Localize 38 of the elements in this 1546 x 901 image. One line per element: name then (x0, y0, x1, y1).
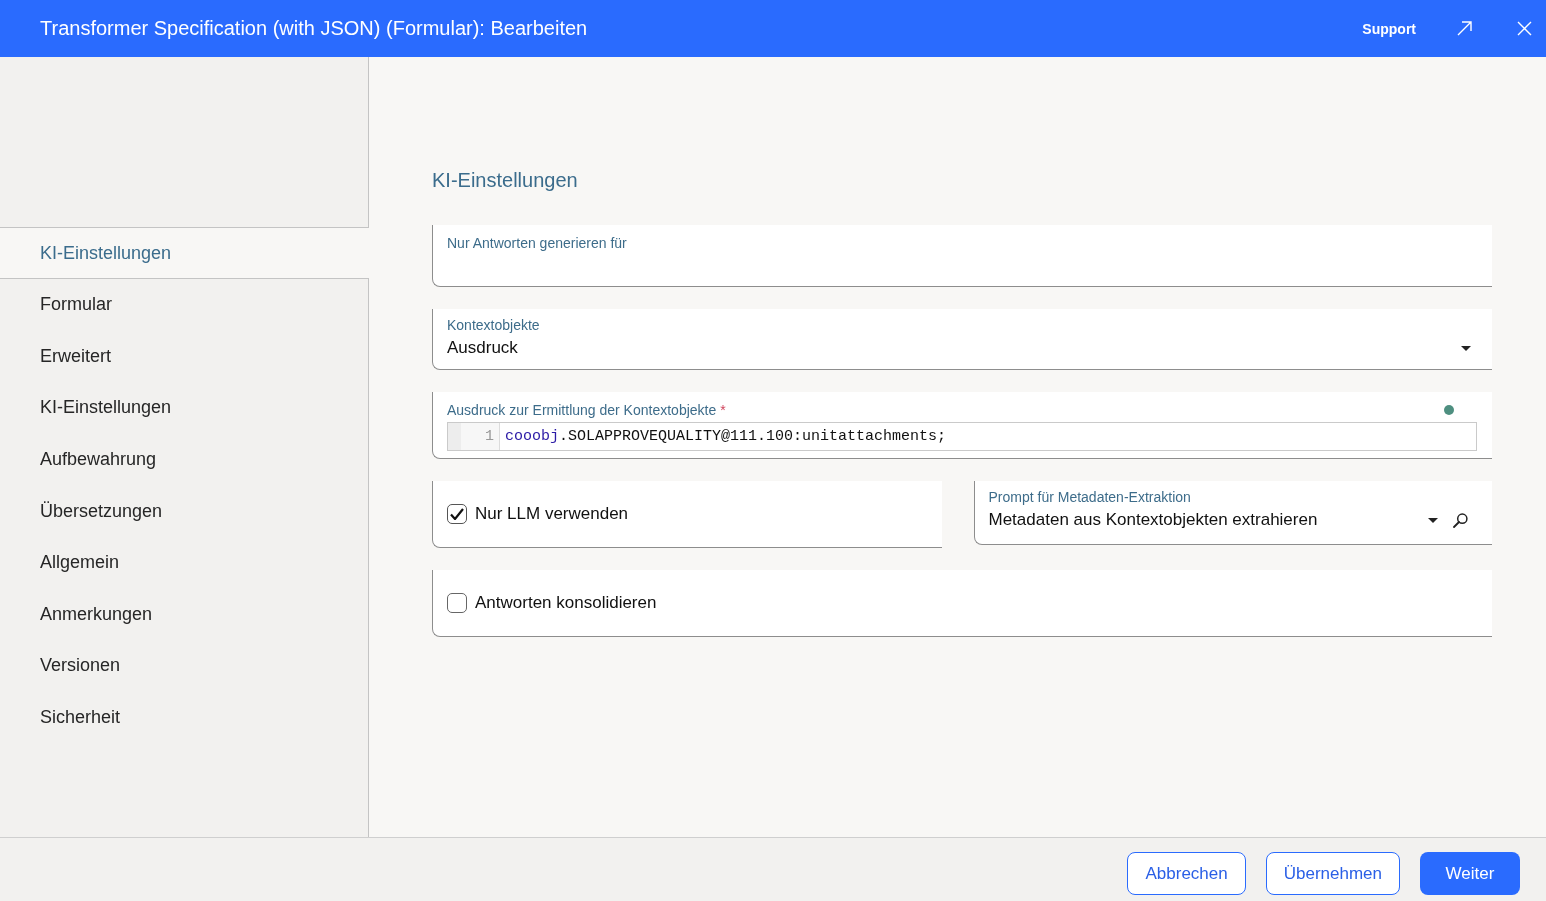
field-label: Nur Antworten generieren für (447, 234, 628, 252)
field-value: Ausdruck (447, 337, 519, 359)
field-label: Ausdruck zur Ermittlung der Kontextobjekte * (447, 401, 726, 419)
text-field[interactable]: Nur Antworten generieren für (432, 225, 1492, 287)
search-icon[interactable] (1453, 512, 1468, 528)
field-label: Prompt für Metadaten-Extraktion (988, 488, 1192, 506)
close-icon[interactable] (1517, 21, 1532, 36)
support-link[interactable]: Support (1362, 20, 1416, 37)
sidebar-item[interactable]: KI-Einstellungen (0, 382, 368, 434)
sidebar-item[interactable]: Aufbewahrung (0, 433, 368, 486)
status-dot-icon (1444, 405, 1454, 415)
sidebar-item[interactable]: Übersetzungen (0, 485, 368, 537)
checkbox[interactable] (447, 593, 467, 613)
checkbox[interactable] (447, 504, 467, 524)
code-line: cooobj.SOLAPPROVEQUALITY@111.100:unitattachments; (504, 428, 947, 445)
sidebar-item[interactable]: Anmerkungen (0, 588, 368, 641)
apply-button[interactable]: Übernehmen (1265, 852, 1400, 895)
dropdown-field[interactable]: Prompt für Metadaten-Extraktion Metadaten aus Kontextobjekten extrahieren (973, 481, 1492, 545)
sidebar-item[interactable]: Erweitert (0, 330, 368, 383)
dropdown-field[interactable]: Kontextobjekte Ausdruck (432, 309, 1492, 370)
sidebar-item[interactable]: Sicherheit (0, 691, 368, 744)
next-button[interactable]: Weiter (1420, 852, 1520, 895)
window-title: Transformer Specification (with JSON) (Formular): Bearbeiten (40, 17, 589, 40)
arrow-up-right-icon[interactable] (1457, 21, 1472, 36)
sidebar-item[interactable]: KI-Einstellungen (0, 227, 369, 279)
section-title: KI-Einstellungen (432, 168, 579, 192)
cancel-button[interactable]: Abbrechen (1127, 852, 1246, 895)
checkbox-label: Antworten konsolidieren (475, 593, 657, 613)
field-label: Kontextobjekte (447, 316, 541, 334)
caret-icon[interactable] (1428, 517, 1438, 523)
sidebar-item[interactable]: Versionen (0, 640, 368, 692)
sidebar-item[interactable]: Formular (0, 279, 368, 331)
checkmark-icon (450, 508, 464, 520)
sidebar-item[interactable]: Allgemein (0, 536, 368, 589)
checkbox-label: Nur LLM verwenden (475, 504, 629, 524)
line-number: 1 (485, 428, 494, 445)
field-value: Metadaten aus Kontextobjekten extrahieren (988, 509, 1319, 531)
caret-icon[interactable] (1461, 345, 1471, 351)
